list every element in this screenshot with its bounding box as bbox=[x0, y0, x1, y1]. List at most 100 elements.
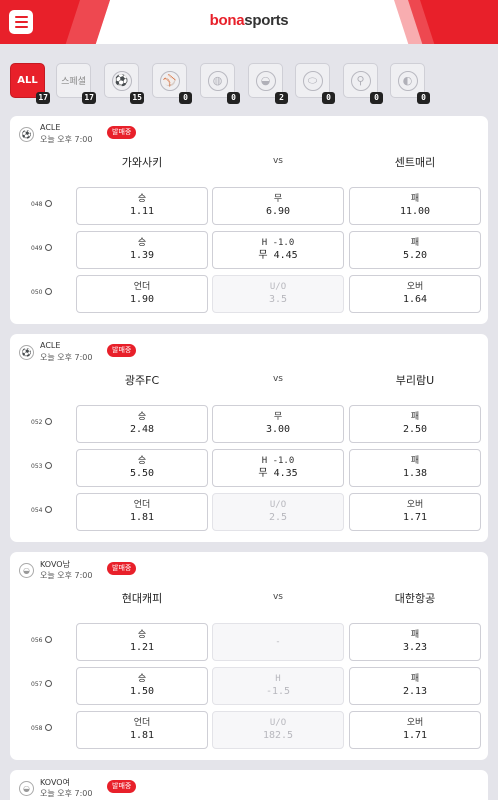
basketball-icon: ◍ bbox=[207, 70, 228, 91]
odds-button-left[interactable]: 언더 1.90 bbox=[76, 275, 208, 313]
team-row: 광주FC vs 부리람U bbox=[10, 372, 488, 390]
odds-value: 2.48 bbox=[129, 424, 155, 435]
brand-logo-part2: sports bbox=[244, 12, 289, 29]
status-badge: 발매중 bbox=[107, 344, 137, 357]
odds-button-left[interactable]: 승 1.39 bbox=[76, 231, 208, 269]
odds-button-right[interactable]: 오버 1.71 bbox=[349, 711, 481, 749]
odds-button-right[interactable]: 패 3.23 bbox=[349, 623, 481, 661]
odds-button-left[interactable]: 승 5.50 bbox=[76, 449, 208, 487]
stats-icon[interactable] bbox=[45, 506, 53, 513]
team-row: 현대캐피 vs 대한항공 bbox=[10, 590, 488, 608]
game-number-text: 052 bbox=[31, 419, 43, 426]
odds-type: 패 bbox=[410, 630, 420, 640]
bet-row: 048 승 1.11 무 6.90 패 11.00 bbox=[10, 187, 488, 225]
filter-basketball[interactable]: ◍ 0 bbox=[200, 63, 240, 104]
bet-row: 052 승 2.48 무 3.00 패 2.50 bbox=[10, 405, 488, 443]
bet-row: 053 승 5.50 H -1.0 무 4.35 패 1.38 bbox=[10, 449, 488, 487]
home-team-name: 광주FC bbox=[124, 374, 160, 387]
odds-type: 승 bbox=[137, 456, 147, 466]
tennis-icon: ◐ bbox=[397, 70, 418, 91]
odds-button-left[interactable]: 승 2.48 bbox=[76, 405, 208, 443]
filter-all[interactable]: ALL 17 bbox=[10, 63, 50, 104]
filter-baseball[interactable]: ⚾ 0 bbox=[152, 63, 192, 104]
volleyball-icon: ◒ bbox=[19, 563, 34, 578]
filter-tennis[interactable]: ◐ 0 bbox=[390, 63, 430, 104]
away-team-name: 센트매리 bbox=[394, 156, 436, 169]
stats-icon[interactable] bbox=[45, 244, 53, 251]
stats-icon[interactable] bbox=[45, 288, 53, 295]
odds-type: 패 bbox=[410, 238, 420, 248]
odds-value: 3.00 bbox=[265, 424, 291, 435]
filter-count-badge: 17 bbox=[82, 92, 96, 104]
game-number: 052 bbox=[31, 418, 53, 426]
brand-logo[interactable]: bonasports bbox=[0, 12, 498, 29]
odds-button-left[interactable]: 승 1.50 bbox=[76, 667, 208, 705]
league-name: ACLE bbox=[40, 341, 61, 350]
odds-button-left[interactable]: 승 1.21 bbox=[76, 623, 208, 661]
filter-special[interactable]: 스페셜 17 bbox=[56, 63, 96, 104]
odds-button-mid[interactable]: 무 6.90 bbox=[212, 187, 344, 225]
odds-type: 승 bbox=[137, 238, 147, 248]
odds-button-right[interactable]: 오버 1.64 bbox=[349, 275, 481, 313]
odds-value: 무 4.35 bbox=[258, 468, 298, 479]
game-number: 056 bbox=[31, 636, 53, 644]
stats-icon[interactable] bbox=[45, 724, 53, 731]
status-badge: 발매중 bbox=[107, 562, 137, 575]
filter-soccer[interactable]: ⚽ 15 bbox=[104, 63, 144, 104]
odds-type: H bbox=[275, 674, 281, 684]
stats-icon[interactable] bbox=[45, 462, 53, 469]
start-time: 오늘 오후 7:00 bbox=[40, 353, 93, 362]
start-time: 오늘 오후 7:00 bbox=[40, 135, 93, 144]
odds-button-right[interactable]: 오버 1.71 bbox=[349, 493, 481, 531]
stats-icon[interactable] bbox=[45, 418, 53, 425]
odds-button-mid: U/O 2.5 bbox=[212, 493, 344, 531]
bet-row: 049 승 1.39 H -1.0 무 4.45 패 5.20 bbox=[10, 231, 488, 269]
odds-value: 1.39 bbox=[129, 250, 155, 261]
team-row: 가와사키 vs 센트매리 bbox=[10, 154, 488, 172]
game-number: 048 bbox=[31, 200, 53, 208]
filter-volleyball[interactable]: ◒ 2 bbox=[248, 63, 288, 104]
odds-type: U/O bbox=[269, 718, 287, 728]
filter-american-football[interactable]: ⬭ 0 bbox=[295, 63, 335, 104]
stats-icon[interactable] bbox=[45, 636, 53, 643]
odds-value: 1.64 bbox=[402, 294, 428, 305]
odds-value: 11.00 bbox=[399, 206, 431, 217]
odds-button-right[interactable]: 패 5.20 bbox=[349, 231, 481, 269]
odds-button-left[interactable]: 언더 1.81 bbox=[76, 493, 208, 531]
odds-value: 6.90 bbox=[265, 206, 291, 217]
odds-button-left[interactable]: 승 1.11 bbox=[76, 187, 208, 225]
game-card: ⚽ ACLE 오늘 오후 7:00 발매중 광주FC vs 부리람U 052 승 2.48 무 3.0… bbox=[10, 334, 488, 542]
game-card: ◒ KOVO여 오늘 오후 7:00 발매중 bbox=[10, 770, 488, 800]
odds-button-right[interactable]: 패 11.00 bbox=[349, 187, 481, 225]
odds-button-right[interactable]: 패 2.13 bbox=[349, 667, 481, 705]
home-team-name: 현대캐피 bbox=[121, 592, 163, 605]
odds-button-right[interactable]: 패 1.38 bbox=[349, 449, 481, 487]
game-card: ⚽ ACLE 오늘 오후 7:00 발매중 가와사키 vs 센트매리 048 승 1.11 무 6.9… bbox=[10, 116, 488, 324]
bet-row: 054 언더 1.81 U/O 2.5 오버 1.71 bbox=[10, 493, 488, 531]
odds-type: 무 bbox=[273, 194, 283, 204]
volleyball-icon: ◒ bbox=[255, 70, 276, 91]
odds-value: 1.71 bbox=[402, 730, 428, 741]
stats-icon[interactable] bbox=[45, 680, 53, 687]
odds-button-mid[interactable]: H -1.0 무 4.45 bbox=[212, 231, 344, 269]
game-number-text: 049 bbox=[31, 245, 43, 252]
status-badge: 발매중 bbox=[107, 780, 137, 793]
odds-value: 1.71 bbox=[402, 512, 428, 523]
filter-hockey[interactable]: ⚲ 0 bbox=[343, 63, 383, 104]
odds-type: - bbox=[275, 637, 281, 647]
odds-value: 2.5 bbox=[268, 512, 288, 523]
brand-logo-part1: bona bbox=[209, 12, 245, 29]
odds-type: 무 bbox=[273, 412, 283, 422]
odds-button-mid[interactable]: H -1.0 무 4.35 bbox=[212, 449, 344, 487]
odds-button-left[interactable]: 언더 1.81 bbox=[76, 711, 208, 749]
odds-button-mid[interactable]: 무 3.00 bbox=[212, 405, 344, 443]
odds-type: 승 bbox=[137, 674, 147, 684]
filter-count-badge: 0 bbox=[179, 92, 192, 104]
odds-value: 5.50 bbox=[129, 468, 155, 479]
filter-count-badge: 0 bbox=[370, 92, 383, 104]
odds-button-right[interactable]: 패 2.50 bbox=[349, 405, 481, 443]
bet-row: 057 승 1.50 H -1.5 패 2.13 bbox=[10, 667, 488, 705]
filter-label: ALL bbox=[17, 75, 38, 86]
odds-type: U/O bbox=[269, 500, 287, 510]
stats-icon[interactable] bbox=[45, 200, 53, 207]
